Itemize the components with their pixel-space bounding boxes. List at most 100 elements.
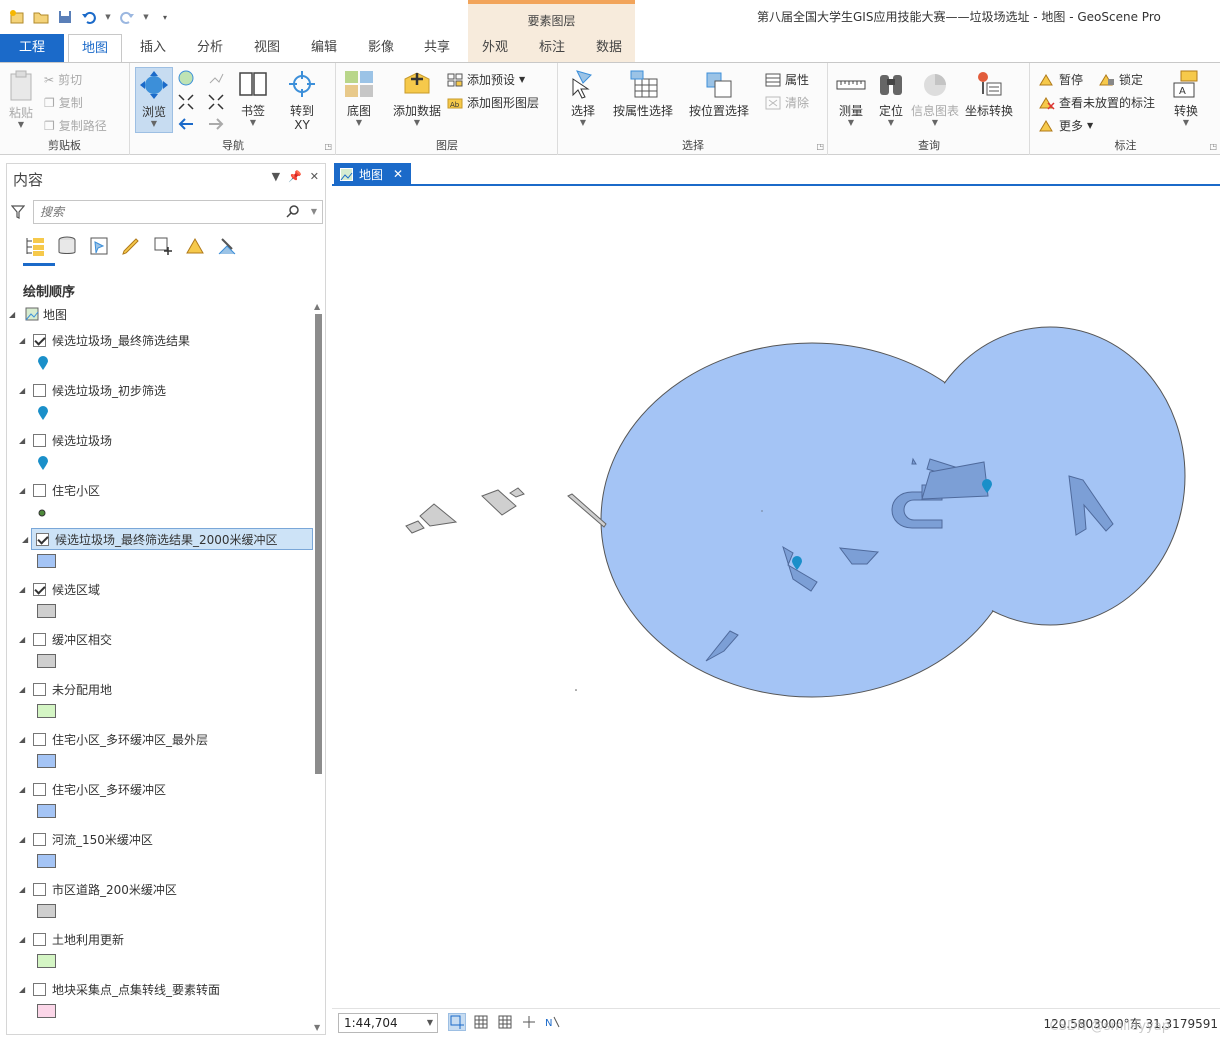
- search-icon[interactable]: [286, 204, 300, 221]
- tab-data[interactable]: 数据: [582, 34, 636, 62]
- select-button[interactable]: 选择 ▼: [567, 69, 599, 127]
- layer-item[interactable]: ◢ 河流_150米缓冲区: [19, 828, 313, 878]
- layer-item[interactable]: ◢ 缓冲区相交: [19, 628, 313, 678]
- map-view-tab[interactable]: 地图 ✕: [334, 163, 412, 185]
- visibility-checkbox[interactable]: [33, 982, 46, 996]
- snapping-toggle-icon[interactable]: [448, 1013, 466, 1031]
- fixed-zoom-out-icon[interactable]: [205, 93, 227, 111]
- labeling-view-icon[interactable]: [183, 234, 207, 258]
- visibility-checkbox[interactable]: [33, 832, 46, 846]
- layer-item[interactable]: ◢ 地块采集点_点集转线_要素转面: [19, 978, 313, 1028]
- visibility-checkbox[interactable]: [33, 582, 46, 596]
- layer-item[interactable]: ◢ 未分配用地: [19, 678, 313, 728]
- visibility-checkbox[interactable]: [33, 782, 46, 796]
- cut-button[interactable]: ✂ 剪切: [44, 71, 82, 88]
- full-extent-icon[interactable]: [175, 69, 197, 87]
- collapse-triangle-icon[interactable]: ◢: [19, 635, 31, 644]
- add-preset-button[interactable]: 添加预设 ▼: [447, 71, 525, 88]
- select-by-attributes-button[interactable]: 按属性选择: [613, 69, 673, 119]
- table-toggle-icon[interactable]: [496, 1013, 514, 1031]
- tab-labeling[interactable]: 标注: [525, 34, 579, 62]
- pause-labeling-button[interactable]: 暂停: [1039, 71, 1083, 88]
- layer-item[interactable]: ◢ 市区道路_200米缓冲区: [19, 878, 313, 928]
- collapse-triangle-icon[interactable]: ◢: [19, 436, 31, 445]
- layer-item[interactable]: ◢ 候选垃圾场_最终筛选结果: [19, 329, 313, 379]
- next-extent-icon[interactable]: [205, 115, 227, 133]
- map-node[interactable]: ◢ 地图: [9, 304, 67, 324]
- tab-share[interactable]: 共享: [410, 34, 464, 62]
- lock-labels-button[interactable]: 锁定: [1099, 71, 1143, 88]
- collapse-triangle-icon[interactable]: ◢: [19, 585, 31, 594]
- grid-toggle-icon[interactable]: [472, 1013, 490, 1031]
- collapse-triangle-icon[interactable]: ◢: [19, 985, 31, 994]
- visibility-checkbox[interactable]: [33, 732, 46, 746]
- undo-icon[interactable]: [80, 8, 98, 26]
- collapse-triangle-icon[interactable]: ◢: [19, 486, 31, 495]
- visibility-checkbox[interactable]: [36, 532, 49, 546]
- dialog-launcher-icon[interactable]: ◳: [1209, 142, 1217, 151]
- guides-toggle-icon[interactable]: [520, 1013, 538, 1031]
- redo-icon[interactable]: [118, 8, 136, 26]
- search-dropdown-icon[interactable]: ▼: [311, 207, 317, 216]
- tab-project[interactable]: 工程: [0, 34, 64, 62]
- collapse-triangle-icon[interactable]: ◢: [19, 785, 31, 794]
- tab-edit[interactable]: 编辑: [297, 34, 351, 62]
- customize-qat-icon[interactable]: ▾: [156, 8, 174, 26]
- save-project-icon[interactable]: [56, 8, 74, 26]
- layer-item[interactable]: ◢ 候选垃圾场_初步筛选: [19, 379, 313, 429]
- data-source-icon[interactable]: [55, 234, 79, 258]
- attributes-button[interactable]: 属性: [765, 71, 809, 88]
- explore-button[interactable]: 浏览 ▼: [135, 67, 173, 133]
- pane-options-icon[interactable]: ▼: [272, 170, 280, 183]
- editing-view-icon[interactable]: [119, 234, 143, 258]
- tab-view[interactable]: 视图: [240, 34, 294, 62]
- contents-scrollbar[interactable]: ▲ ▼: [314, 302, 323, 1032]
- collapse-triangle-icon[interactable]: ◢: [19, 336, 31, 345]
- zoom-to-selection-icon[interactable]: [205, 69, 227, 87]
- layer-item[interactable]: ◢ 候选区域: [19, 578, 313, 628]
- scrollbar-thumb[interactable]: [315, 314, 322, 774]
- paste-button[interactable]: 粘贴 ▼: [6, 69, 36, 129]
- tab-analysis[interactable]: 分析: [183, 34, 237, 62]
- close-tab-icon[interactable]: ✕: [393, 167, 403, 181]
- select-by-location-button[interactable]: 按位置选择: [689, 69, 749, 119]
- collapse-triangle-icon[interactable]: ◢: [19, 386, 31, 395]
- chevron-down-icon[interactable]: ▼: [427, 1014, 433, 1032]
- basemap-button[interactable]: 底图 ▼: [343, 69, 375, 127]
- collapse-triangle-icon[interactable]: ◢: [19, 885, 31, 894]
- collapse-triangle-icon[interactable]: ◢: [19, 935, 31, 944]
- visibility-checkbox[interactable]: [33, 433, 46, 447]
- bookmarks-button[interactable]: 书签 ▼: [237, 69, 269, 127]
- collapse-triangle-icon[interactable]: ◢: [19, 735, 31, 744]
- goto-xy-button[interactable]: 转到 XY: [287, 69, 317, 131]
- collapse-triangle-icon[interactable]: ◢: [22, 535, 34, 544]
- visibility-checkbox[interactable]: [33, 483, 46, 497]
- previous-extent-icon[interactable]: [175, 115, 197, 133]
- view-unplaced-labels-button[interactable]: 查看未放置的标注: [1039, 94, 1155, 111]
- visibility-checkbox[interactable]: [33, 932, 46, 946]
- layer-item[interactable]: ◢ 土地利用更新: [19, 928, 313, 978]
- north-arrow-toggle-icon[interactable]: N: [544, 1013, 562, 1031]
- new-project-icon[interactable]: [8, 8, 26, 26]
- scroll-down-icon[interactable]: ▼: [314, 1023, 320, 1032]
- fixed-zoom-in-icon[interactable]: [175, 93, 197, 111]
- collapse-triangle-icon[interactable]: ◢: [9, 310, 21, 319]
- map-canvas[interactable]: [332, 186, 1220, 1008]
- selection-view-icon[interactable]: [87, 234, 111, 258]
- copy-path-button[interactable]: ❐ 复制路径: [44, 117, 107, 134]
- dialog-launcher-icon[interactable]: ◳: [324, 142, 332, 151]
- tab-imagery[interactable]: 影像: [354, 34, 408, 62]
- locate-button[interactable]: 定位 ▼: [875, 69, 907, 127]
- visibility-checkbox[interactable]: [33, 682, 46, 696]
- visibility-checkbox[interactable]: [33, 333, 46, 347]
- collapse-triangle-icon[interactable]: ◢: [19, 685, 31, 694]
- tab-appearance[interactable]: 外观: [468, 34, 522, 62]
- measure-button[interactable]: 测量 ▼: [835, 69, 867, 127]
- redo-dropdown-icon[interactable]: ▼: [142, 8, 150, 26]
- infographics-button[interactable]: 信息图表 ▼: [911, 69, 959, 127]
- visibility-checkbox[interactable]: [33, 882, 46, 896]
- layer-item[interactable]: ◢ 住宅小区_多环缓冲区: [19, 778, 313, 828]
- dialog-launcher-icon[interactable]: ◳: [816, 142, 824, 151]
- scroll-up-icon[interactable]: ▲: [314, 302, 320, 311]
- tab-map[interactable]: 地图: [68, 34, 122, 63]
